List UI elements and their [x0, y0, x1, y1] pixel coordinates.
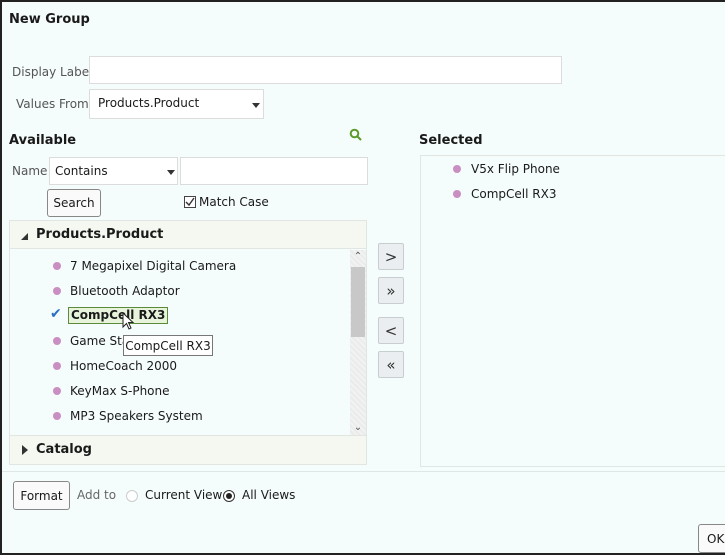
values-from-label: Values From: [16, 97, 89, 111]
move-left-button[interactable]: <: [378, 317, 404, 344]
all-views-radio[interactable]: [223, 490, 235, 502]
list-item[interactable]: Bluetooth Adaptor: [10, 281, 350, 301]
bullet-icon: [53, 387, 61, 395]
selected-list-item[interactable]: V5x Flip Phone: [421, 159, 721, 179]
new-group-dialog: New Group Display Label Values From Prod…: [0, 0, 725, 555]
collapsed-triangle-icon: [22, 445, 28, 455]
list-item-label: KeyMax S-Phone: [70, 384, 170, 398]
selected-list-item[interactable]: CompCell RX3: [421, 184, 721, 204]
ok-button[interactable]: OK: [698, 524, 725, 553]
bullet-icon: [53, 412, 61, 420]
move-all-left-button[interactable]: «: [378, 351, 404, 378]
tree-group-catalog[interactable]: Catalog: [10, 435, 366, 464]
list-item[interactable]: 7 Megapixel Digital Camera: [10, 256, 350, 276]
list-item-label: HomeCoach 2000: [70, 359, 178, 373]
selected-list: V5x Flip Phone CompCell RX3: [420, 155, 725, 467]
tree-group-label: Products.Product: [36, 227, 164, 242]
tree-group-header[interactable]: Products.Product: [10, 221, 366, 249]
bullet-icon: [53, 362, 61, 370]
move-all-right-button[interactable]: »: [378, 277, 404, 304]
name-operator-select[interactable]: Contains: [49, 157, 178, 185]
search-button[interactable]: Search: [47, 189, 101, 217]
add-to-label: Add to: [77, 488, 117, 502]
display-label-input[interactable]: [89, 56, 562, 84]
all-views-label: All Views: [242, 488, 296, 502]
name-search-input[interactable]: [180, 157, 368, 185]
list-item-label: Bluetooth Adaptor: [70, 284, 180, 298]
current-view-radio[interactable]: [126, 490, 138, 502]
format-button[interactable]: Format: [13, 481, 70, 510]
list-item[interactable]: KeyMax S-Phone: [10, 381, 350, 401]
list-item-label: CompCell RX3: [68, 307, 169, 324]
list-item-label: MP3 Speakers System: [70, 409, 203, 423]
list-item[interactable]: MP3 Speakers System: [10, 406, 350, 426]
list-item[interactable]: HomeCoach 2000: [10, 356, 350, 376]
name-operator-value: Contains: [55, 164, 108, 178]
match-case-checkbox[interactable]: [184, 196, 196, 208]
bullet-icon: [53, 287, 61, 295]
match-case-label: Match Case: [199, 195, 269, 209]
expanded-triangle-icon: [21, 233, 28, 240]
divider: [2, 471, 725, 472]
bullet-icon: [453, 165, 461, 173]
scroll-down-icon[interactable]: ⌄: [350, 421, 366, 435]
current-view-label: Current View: [145, 488, 223, 502]
bullet-icon: [453, 190, 461, 198]
bullet-icon: [53, 337, 61, 345]
chevron-down-icon: [252, 103, 260, 108]
available-heading: Available: [9, 133, 77, 148]
display-label-label: Display Label: [12, 65, 93, 79]
dialog-title: New Group: [9, 12, 90, 27]
selected-item-label: CompCell RX3: [471, 187, 557, 201]
list-scrollbar[interactable]: ⌃ ⌄: [350, 250, 366, 435]
move-right-button[interactable]: >: [378, 243, 404, 270]
values-from-value: Products.Product: [98, 96, 200, 110]
checkmark-icon: ✔: [50, 306, 62, 322]
scroll-up-icon[interactable]: ⌃: [350, 250, 366, 264]
list-item-label: 7 Megapixel Digital Camera: [70, 259, 237, 273]
selected-item-label: V5x Flip Phone: [471, 162, 560, 176]
mouse-pointer-icon: [122, 311, 136, 335]
bullet-icon: [53, 262, 61, 270]
chevron-down-icon: [167, 170, 175, 175]
scrollbar-thumb[interactable]: [351, 267, 365, 337]
tooltip: CompCell RX3: [123, 335, 213, 356]
search-icon[interactable]: [349, 128, 363, 145]
name-label: Name: [12, 164, 48, 178]
tree-group-label: Catalog: [36, 442, 92, 457]
values-from-select[interactable]: Products.Product: [89, 89, 264, 119]
selected-heading: Selected: [419, 133, 483, 148]
list-item-selected[interactable]: ✔ CompCell RX3: [10, 306, 350, 326]
